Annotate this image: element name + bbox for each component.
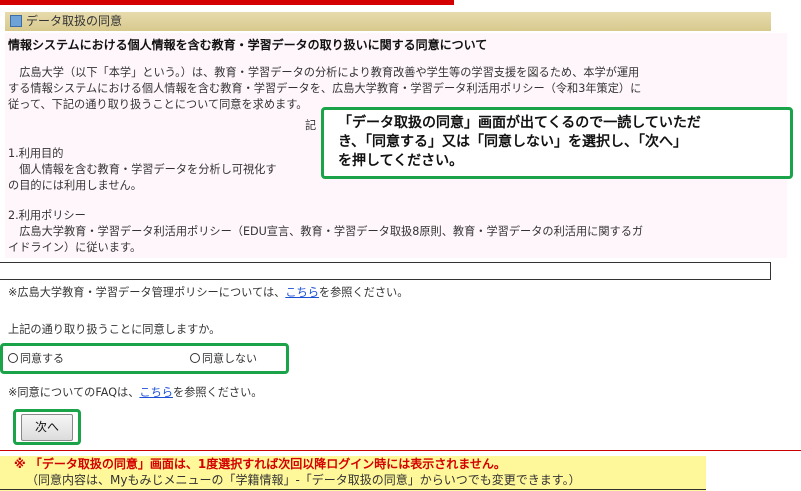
intro-line-3: 従って、下記の通り取り扱うことについて同意を求めます。	[8, 98, 308, 111]
divider-box	[0, 262, 771, 280]
faq-note-suffix: を参照ください。	[172, 386, 263, 399]
policy-note-suffix: を参照ください。	[318, 286, 409, 299]
page-heading: 情報システムにおける個人情報を含む教育・学習データの取り扱いに関する同意について	[8, 38, 488, 52]
option-disagree[interactable]: 同意しない	[190, 351, 257, 367]
ki-label: 記	[305, 119, 317, 132]
section1-title: 1.利用目的	[8, 147, 64, 160]
disagree-label: 同意しない	[202, 352, 257, 365]
notice-underline	[0, 489, 706, 490]
section-title: データ取扱の同意	[26, 14, 123, 28]
section2-title: 2.利用ポリシー	[8, 209, 86, 222]
notice-line-1: ※ 「データ取扱の同意」画面は、1度選択すれば次回以降ログイン時には表示されませ…	[14, 457, 506, 471]
callout-line-1: 「データ取扱の同意」画面が出てくるので一読していただ	[338, 115, 701, 131]
section1-line-2: の目的には利用しません。	[8, 179, 142, 192]
section2-line-2: イドライン）に従います。	[8, 241, 142, 254]
top-accent-bar	[0, 0, 454, 5]
section1-line-1: 個人情報を含む教育・学習データを分析し可視化す	[8, 163, 277, 176]
notice-box: ※ 「データ取扱の同意」画面は、1度選択すれば次回以降ログイン時には表示されませ…	[0, 456, 706, 491]
section2-line-1: 広島大学教育・学習データ利活用ポリシー（EDU宣言、教育・学習データ取扱8原則、…	[8, 225, 644, 238]
callout-line-3: を押してください。	[338, 153, 464, 169]
faq-note: ※同意についてのFAQは、こちらを参照ください。	[8, 385, 263, 401]
agree-radio[interactable]	[8, 353, 18, 363]
faq-link[interactable]: こちら	[139, 386, 173, 399]
intro-line-1: 広島大学（以下「本学」という。）は、教育・学習データの分析により教育改善や学生等…	[8, 66, 640, 79]
option-agree[interactable]: 同意する	[8, 351, 64, 367]
footer-divider	[0, 450, 801, 451]
next-button[interactable]: 次へ	[21, 414, 73, 441]
section-title-bar: データ取扱の同意	[5, 12, 771, 31]
instruction-callout: 「データ取扱の同意」画面が出てくるので一読していただ き、「同意する」又は「同意…	[321, 107, 793, 179]
agree-label: 同意する	[20, 352, 64, 365]
faq-note-prefix: ※同意についてのFAQは、	[8, 386, 140, 399]
page-icon	[10, 15, 22, 27]
disagree-radio[interactable]	[190, 353, 200, 363]
notice-line-2: （同意内容は、Myもみじメニューの「学籍情報」-「データ取扱の同意」からいつでも…	[26, 473, 581, 487]
policy-link[interactable]: こちら	[285, 286, 319, 299]
intro-line-2: する情報システムにおける個人情報を含む教育・学習データを、広島大学教育・学習デー…	[8, 82, 642, 95]
policy-note: ※広島大学教育・学習データ管理ポリシーについては、こちらを参照ください。	[8, 285, 408, 301]
callout-line-2: き、「同意する」又は「同意しない」を選択し、「次へ」	[338, 134, 688, 150]
policy-note-prefix: ※広島大学教育・学習データ管理ポリシーについては、	[8, 286, 286, 299]
question-text: 上記の通り取り扱うことに同意しますか。	[8, 323, 221, 336]
